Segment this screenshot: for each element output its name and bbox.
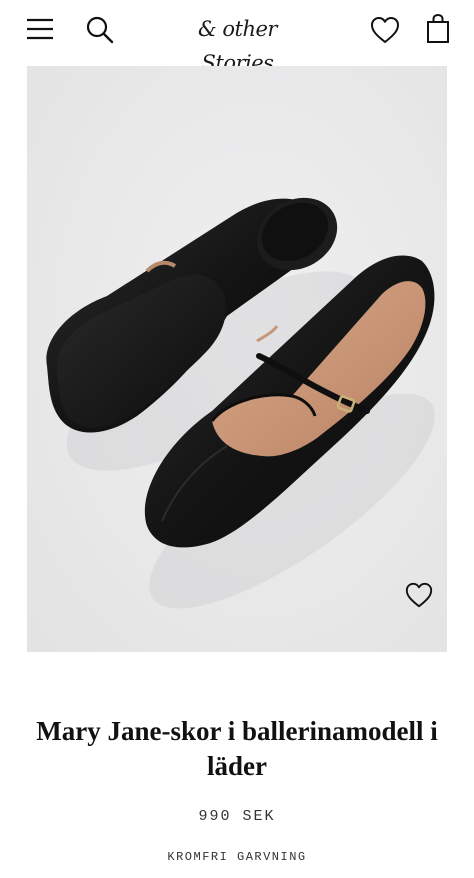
shoes-photo bbox=[27, 66, 447, 652]
brand-logo[interactable]: & other Stories bbox=[165, 12, 310, 75]
product-price: 990 SEK bbox=[198, 808, 276, 825]
search-icon bbox=[86, 16, 114, 44]
product-image[interactable] bbox=[27, 66, 447, 652]
heart-icon bbox=[371, 17, 399, 43]
hamburger-menu-icon bbox=[27, 18, 53, 40]
wishlist-button[interactable] bbox=[369, 15, 401, 45]
search-button[interactable] bbox=[84, 14, 116, 46]
product-wishlist-button[interactable] bbox=[404, 580, 434, 610]
product-title: Mary Jane-skor i ballerinamodell i läder bbox=[36, 716, 438, 781]
heart-icon bbox=[405, 582, 433, 608]
top-nav-bar: & other Stories bbox=[0, 0, 474, 75]
shopping-bag-button[interactable] bbox=[424, 13, 452, 45]
product-feature-label: KROMFRI GARVNING bbox=[167, 850, 307, 864]
shopping-bag-icon bbox=[427, 13, 449, 43]
menu-button[interactable] bbox=[25, 15, 55, 43]
